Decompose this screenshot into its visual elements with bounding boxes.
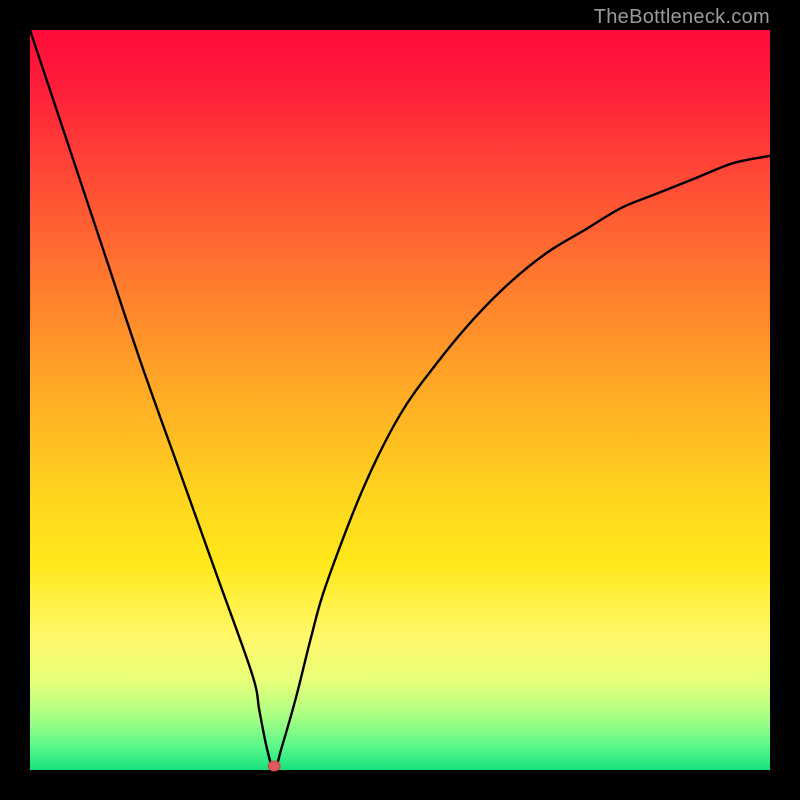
chart-frame: TheBottleneck.com xyxy=(0,0,800,800)
bottleneck-curve xyxy=(30,30,770,770)
watermark-text: TheBottleneck.com xyxy=(594,6,770,29)
min-marker xyxy=(268,761,280,771)
curve-layer xyxy=(30,30,770,770)
plot-area xyxy=(30,30,770,770)
